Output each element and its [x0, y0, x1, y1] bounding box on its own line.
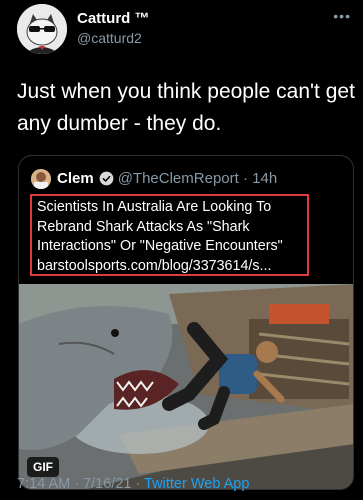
quote-text-line: Rebrand Shark Attacks As "Shark — [37, 218, 250, 235]
quote-text-line: Interactions" Or "Negative Encounters" — [37, 238, 283, 254]
tweet-text: Just when you think people can't get any… — [17, 80, 355, 135]
quote-author-handle: @TheClemReport — [117, 170, 239, 187]
quote-author-avatar — [31, 169, 51, 189]
author-name[interactable]: Catturd ™ — [77, 10, 150, 27]
quote-text-line: Scientists In Australia Are Looking To — [37, 199, 272, 215]
tweet-timestamp[interactable]: 7:14 AM · 7/16/21 · — [17, 476, 140, 492]
quote-time: 14h — [252, 170, 278, 187]
quote-author-name: Clem — [57, 170, 94, 187]
quoted-tweet-card[interactable]: Clem @TheClemReport · 14h Scientists In … — [18, 155, 354, 490]
quote-header: Clem @TheClemReport · 14h — [57, 170, 277, 187]
tweet: Catturd ™ @catturd2 ••• Just when you th… — [0, 0, 363, 500]
quote-separator: · — [238, 170, 253, 187]
tweet-source-link[interactable]: Twitter Web App — [144, 476, 249, 492]
author-avatar[interactable] — [17, 4, 67, 54]
quote-link[interactable]: barstoolsports.com/blog/3373614/s... — [37, 258, 271, 274]
gif-badge: GIF — [27, 457, 59, 477]
quote-text: Scientists In Australia Are Looking To R… — [37, 198, 337, 276]
more-options-icon[interactable]: ••• — [333, 8, 351, 24]
tweet-footer: 7:14 AM · 7/16/21 · Twitter Web App — [17, 476, 249, 492]
quote-media-gif[interactable]: GIF — [19, 284, 353, 489]
verified-badge-icon — [99, 171, 114, 186]
author-handle[interactable]: @catturd2 — [77, 30, 142, 46]
